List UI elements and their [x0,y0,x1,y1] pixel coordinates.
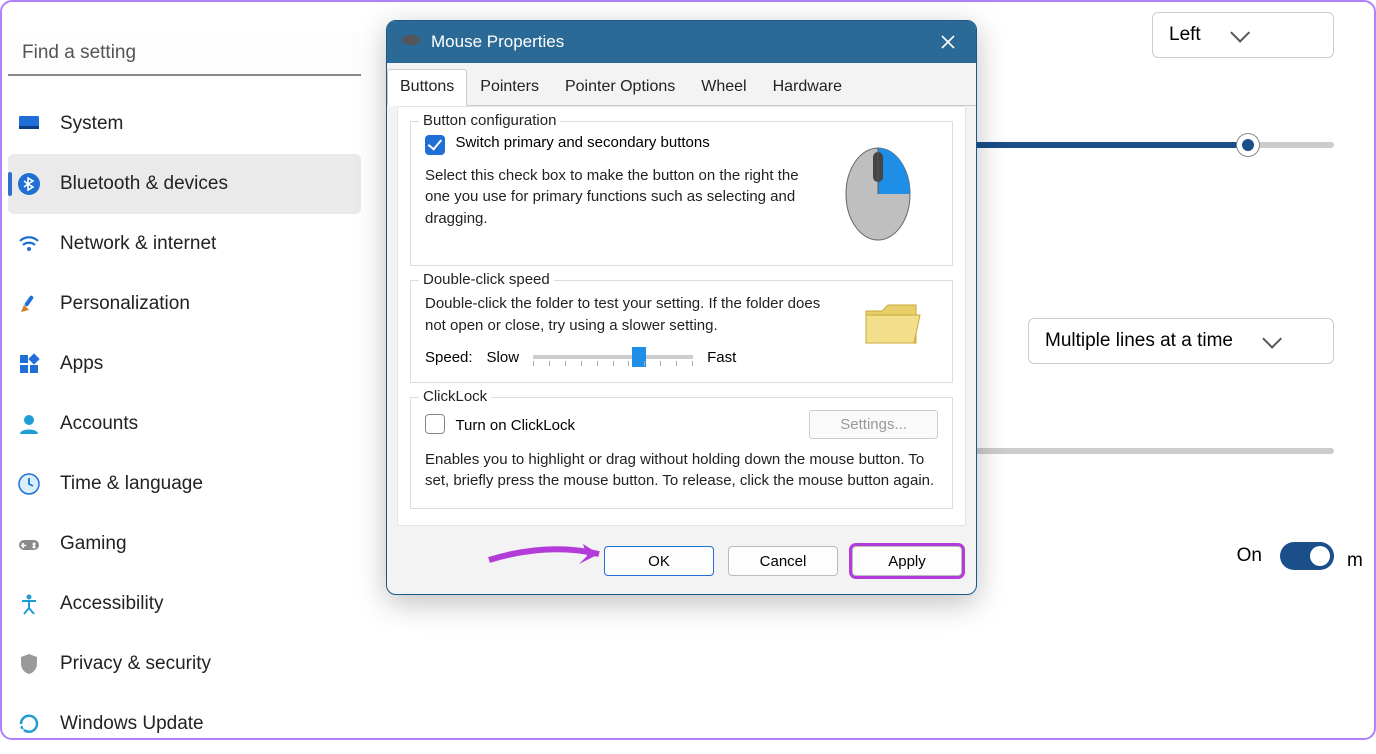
apps-icon [16,351,42,377]
sidebar-item-time-language[interactable]: Time & language [2,454,367,514]
clicklock-group: ClickLock Turn on ClickLock Settings... … [410,397,953,510]
sidebar-item-label: Apps [60,353,103,375]
sidebar-item-accounts[interactable]: Accounts [2,394,367,454]
sidebar-item-label: System [60,113,123,135]
tab-pointer-options[interactable]: Pointer Options [552,69,688,105]
clicklock-description: Enables you to highlight or drag without… [425,449,938,493]
sidebar-item-label: Accounts [60,413,138,435]
slow-label: Slow [487,349,520,366]
annotation-arrow-icon [487,540,617,575]
checkbox-label: Turn on ClickLock [455,417,575,434]
tab-label: Wheel [701,78,746,95]
mouse-properties-dialog: Mouse Properties Buttons Pointers Pointe… [386,20,977,595]
double-click-speed-group: Double-click speed Double-click the fold… [410,280,953,383]
close-button[interactable] [934,28,962,56]
dialog-tabs: Buttons Pointers Pointer Options Wheel H… [387,63,976,106]
dropdown-value: Left [1169,24,1201,46]
sidebar-item-label: Windows Update [60,713,204,735]
group-title: Button configuration [419,112,560,129]
monitor-icon [16,111,42,137]
tab-hardware[interactable]: Hardware [760,69,855,105]
mouse-illustration [818,134,938,249]
clicklock-checkbox[interactable] [425,414,445,434]
sidebar-item-personalization[interactable]: Personalization [2,274,367,334]
sidebar-item-label: Privacy & security [60,653,211,675]
mouse-icon [401,32,421,52]
sidebar-nav: System Bluetooth & devices Network & int… [2,94,367,754]
dialog-titlebar[interactable]: Mouse Properties [387,21,976,63]
sidebar-item-label: Time & language [60,473,203,495]
button-configuration-group: Button configuration Switch primary and … [410,121,953,266]
toggle-label: On [1237,545,1262,567]
paintbrush-icon [16,291,42,317]
group-title: ClickLock [419,388,491,405]
tab-label: Pointer Options [565,78,675,95]
wifi-icon [16,231,42,257]
sidebar-item-windows-update[interactable]: Windows Update [2,694,367,754]
ok-button[interactable]: OK [604,546,714,576]
settings-sidebar: System Bluetooth & devices Network & int… [2,2,367,738]
cancel-button[interactable]: Cancel [728,546,838,576]
sidebar-item-label: Network & internet [60,233,216,255]
truncated-label: m [1347,550,1363,572]
tab-label: Buttons [400,78,454,95]
sidebar-item-gaming[interactable]: Gaming [2,514,367,574]
fast-label: Fast [707,349,736,366]
tab-buttons[interactable]: Buttons [387,69,467,106]
tab-label: Hardware [773,78,842,95]
dialog-panel: Button configuration Switch primary and … [397,106,966,526]
double-click-speed-slider[interactable] [533,355,693,359]
tab-wheel[interactable]: Wheel [688,69,759,105]
sidebar-item-label: Personalization [60,293,190,315]
dialog-button-row: OK Cancel Apply [387,536,976,594]
button-config-description: Select this check box to make the button… [425,165,802,230]
gamepad-icon [16,531,42,557]
speed-label: Speed: [425,349,473,366]
sidebar-item-bluetooth-devices[interactable]: Bluetooth & devices [8,154,361,214]
scroll-mode-dropdown[interactable]: Multiple lines at a time [1028,318,1334,364]
double-click-description: Double-click the folder to test your set… [425,293,832,337]
bluetooth-icon [16,171,42,197]
sidebar-item-privacy-security[interactable]: Privacy & security [2,634,367,694]
clicklock-settings-button: Settings... [809,410,938,439]
group-title: Double-click speed [419,271,554,288]
tab-pointers[interactable]: Pointers [467,69,552,105]
clock-globe-icon [16,471,42,497]
sidebar-item-accessibility[interactable]: Accessibility [2,574,367,634]
person-icon [16,411,42,437]
sidebar-item-network[interactable]: Network & internet [2,214,367,274]
sidebar-item-label: Gaming [60,533,127,555]
dialog-title: Mouse Properties [431,32,564,52]
apply-button[interactable]: Apply [852,546,962,576]
switch-buttons-checkbox[interactable] [425,135,445,155]
update-icon [16,711,42,737]
checkbox-label: Switch primary and secondary buttons [455,134,709,151]
primary-button-dropdown[interactable]: Left [1152,12,1334,58]
test-folder-icon[interactable] [848,293,938,366]
dropdown-value: Multiple lines at a time [1045,330,1233,352]
shield-icon [16,651,42,677]
sidebar-item-system[interactable]: System [2,94,367,154]
sidebar-item-label: Accessibility [60,593,163,615]
scroll-inactive-toggle[interactable] [1280,542,1334,570]
accessibility-icon [16,591,42,617]
sidebar-item-label: Bluetooth & devices [60,173,228,195]
search-input[interactable] [8,32,361,76]
tab-label: Pointers [480,78,539,95]
sidebar-item-apps[interactable]: Apps [2,334,367,394]
